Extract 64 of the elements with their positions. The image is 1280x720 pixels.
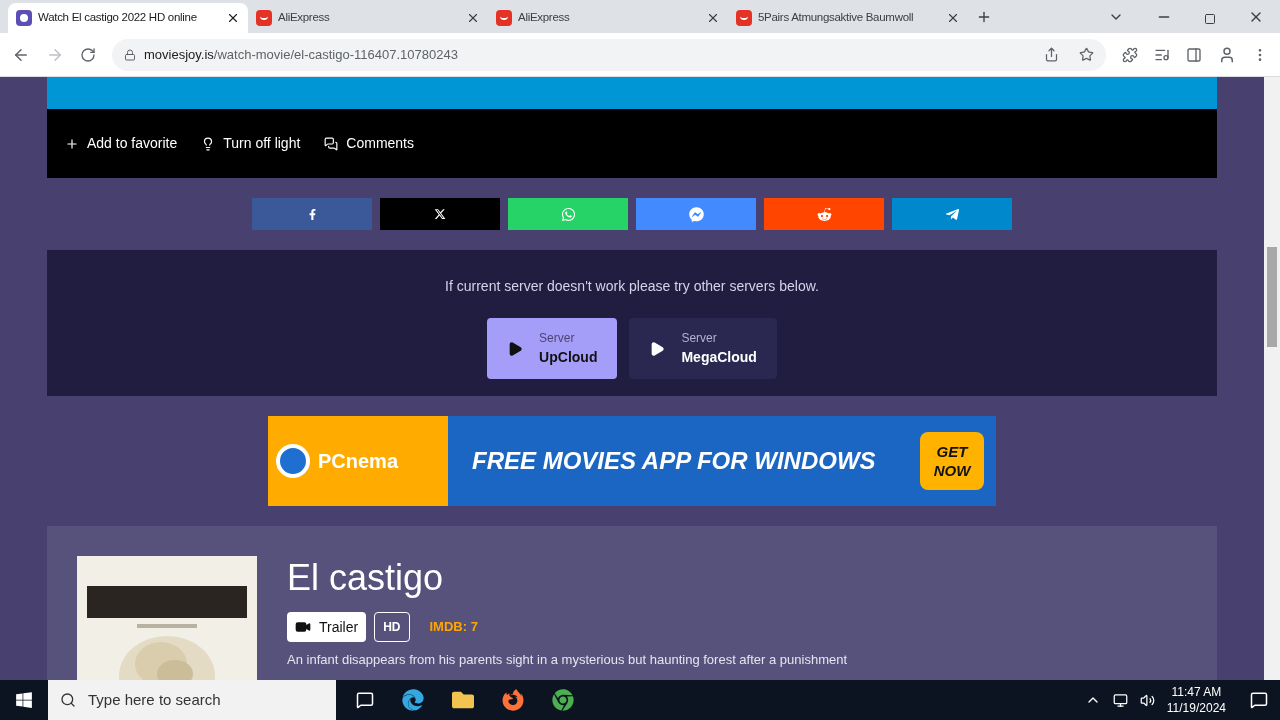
plus-icon xyxy=(65,136,79,151)
server-button[interactable]: Server MegaCloud xyxy=(629,318,777,379)
ad-brand: PCnema xyxy=(318,449,399,474)
chrome-icon[interactable] xyxy=(552,689,574,711)
profile-icon[interactable] xyxy=(1218,45,1236,64)
scrollbar[interactable] xyxy=(1264,77,1280,680)
new-tab-icon[interactable] xyxy=(976,9,992,25)
browser-tab[interactable]: Watch El castigo 2022 HD online xyxy=(8,3,248,33)
reddit-icon xyxy=(816,206,832,222)
browser-tab[interactable]: 5Pairs Atmungsaktive Baumwoll xyxy=(728,3,968,33)
volume-icon[interactable] xyxy=(1139,692,1155,708)
play-icon xyxy=(507,340,524,357)
lock-icon xyxy=(124,48,136,61)
player-action-link[interactable]: Add to favorite xyxy=(65,133,178,154)
clock-time: 11:47 AM xyxy=(1171,684,1222,700)
trailer-button[interactable]: Trailer xyxy=(287,612,367,642)
address-bar[interactable]: moviesjoy.is/watch-movie/el-castigo-116407.10780243 xyxy=(112,38,1106,71)
edge-icon[interactable] xyxy=(402,689,424,711)
search-placeholder: Type here to search xyxy=(88,689,221,710)
video-camera-icon xyxy=(295,619,311,635)
pcnema-logo-icon xyxy=(276,444,310,478)
start-icon[interactable] xyxy=(15,691,33,709)
tab-title: AliExpress xyxy=(518,10,571,26)
folder-icon[interactable] xyxy=(452,689,474,711)
extensions-icon[interactable] xyxy=(1122,46,1138,63)
reload-icon[interactable] xyxy=(80,46,96,63)
server-notice: If current server doesn't work please try other servers below. xyxy=(445,277,819,296)
telegram-icon xyxy=(944,206,960,222)
close-icon[interactable] xyxy=(466,11,480,25)
play-icon xyxy=(649,340,666,357)
share-button[interactable] xyxy=(636,198,756,230)
ad-banner[interactable]: PCnema FREE MOVIES APP FOR WINDOWS GET NOW xyxy=(268,416,996,506)
tab-title: Watch El castigo 2022 HD online xyxy=(38,10,198,26)
close-icon[interactable] xyxy=(706,11,720,25)
chat-icon xyxy=(324,136,339,151)
search-icon xyxy=(60,692,76,708)
movie-title: El castigo xyxy=(287,556,445,600)
side-panel-icon[interactable] xyxy=(1186,46,1202,63)
firefox-icon[interactable] xyxy=(502,689,524,711)
close-icon[interactable] xyxy=(946,11,960,25)
share-icon[interactable] xyxy=(1044,47,1059,62)
imdb-rating: IMDB: 7 xyxy=(429,618,478,637)
tab-title: AliExpress xyxy=(278,10,331,26)
messenger-icon xyxy=(688,206,704,222)
network-icon[interactable] xyxy=(1112,692,1128,708)
server-button[interactable]: Server UpCloud xyxy=(487,318,618,379)
browser-tab[interactable]: AliExpress xyxy=(488,3,728,33)
browser-tab[interactable]: AliExpress xyxy=(248,3,488,33)
movie-description: An infant disappears from his parents sight in a mysterious but haunting forest after a punishment xyxy=(287,651,848,669)
clock-date: 11/19/2024 xyxy=(1166,700,1226,716)
ad-headline: FREE MOVIES APP FOR WINDOWS xyxy=(472,446,876,476)
notifications-icon[interactable] xyxy=(1250,691,1268,709)
restore-icon[interactable] xyxy=(1204,13,1216,25)
get-now-button[interactable]: GET NOW xyxy=(920,432,984,490)
whatsapp-icon xyxy=(560,206,576,222)
close-icon[interactable] xyxy=(226,11,240,25)
bookmark-icon[interactable] xyxy=(1079,47,1094,62)
url-text: moviesjoy.is/watch-movie/el-castigo-116407.10780243 xyxy=(144,45,459,64)
player-action-link[interactable]: Comments xyxy=(324,133,414,154)
x-icon xyxy=(434,208,446,220)
tab-title: 5Pairs Atmungsaktive Baumwoll xyxy=(758,10,915,26)
taskbar-search-field[interactable]: Type here to search xyxy=(48,680,336,720)
quality-tag: HD xyxy=(374,612,410,642)
player-action-link[interactable]: Turn off light xyxy=(201,133,301,154)
